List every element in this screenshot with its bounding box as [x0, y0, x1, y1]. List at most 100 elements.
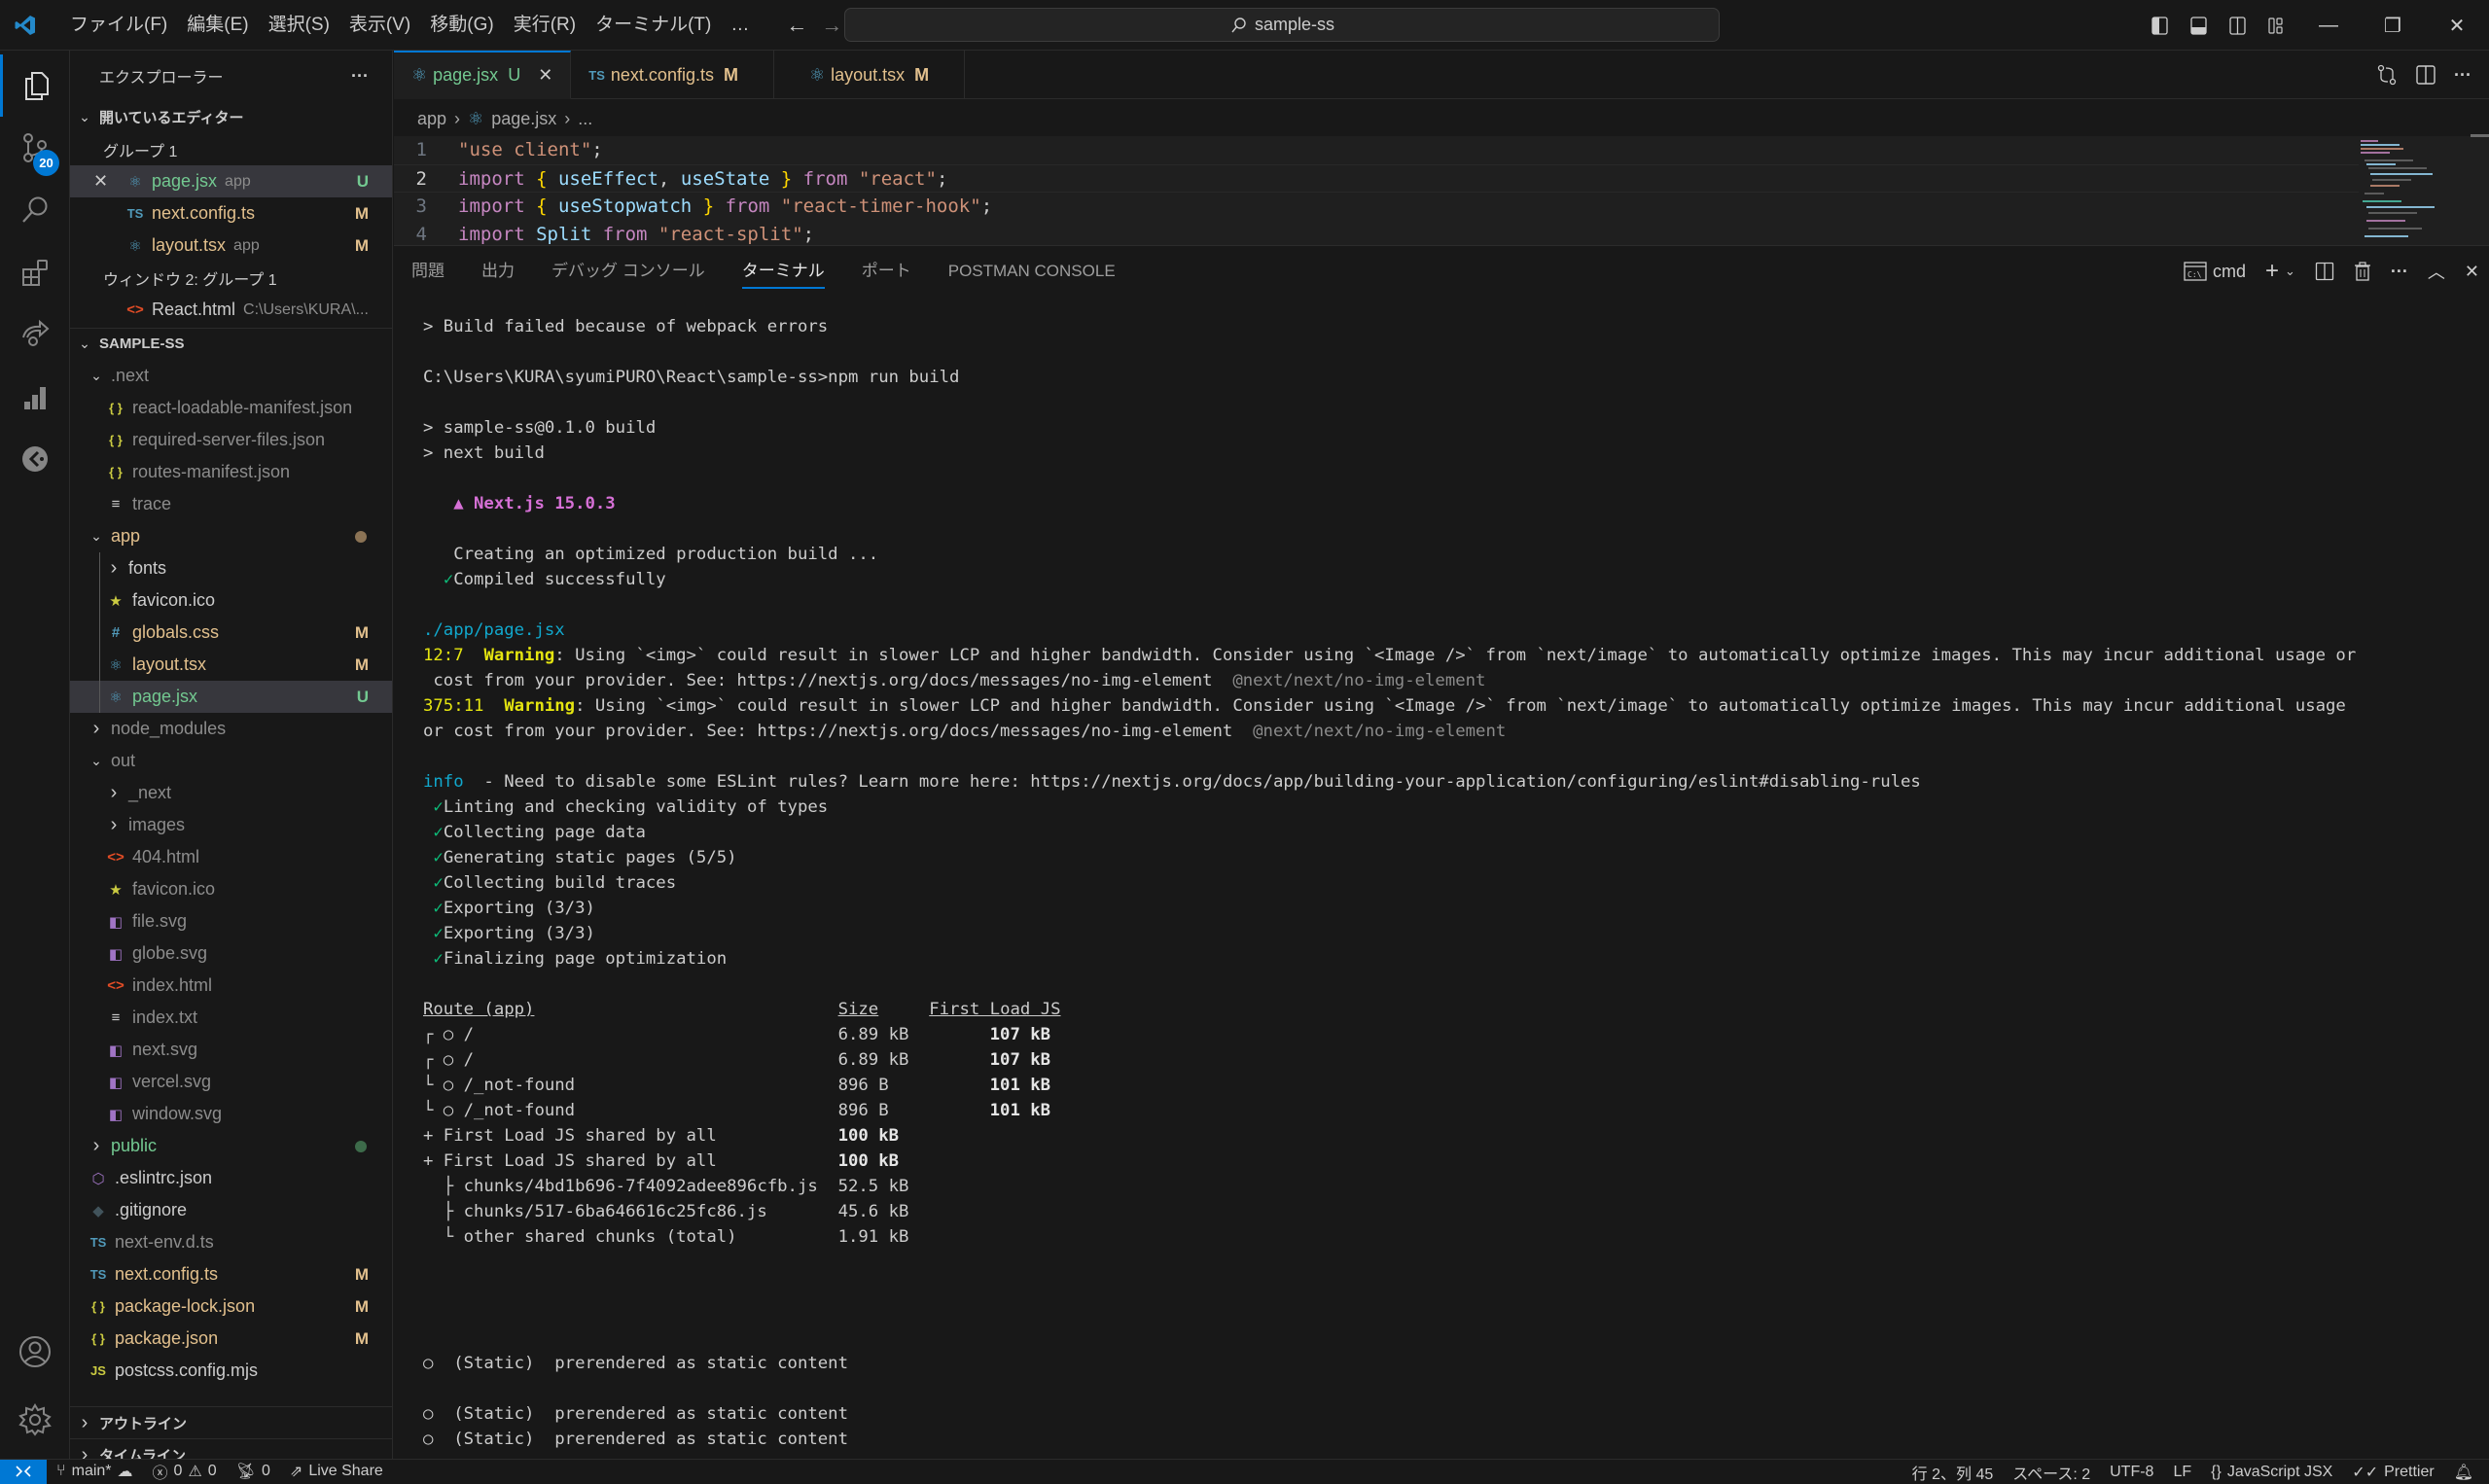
- tree-file[interactable]: ◧ globe.svg: [70, 937, 392, 970]
- gitlens-icon[interactable]: [0, 428, 70, 490]
- compare-changes-icon[interactable]: [2376, 64, 2398, 86]
- open-editor-item[interactable]: ⚛ layout.tsx app M: [70, 230, 392, 262]
- tab-next-config[interactable]: TS next.config.ts M: [571, 51, 774, 99]
- explorer-icon[interactable]: [0, 54, 70, 117]
- open-editor-item[interactable]: ✕ ⚛ page.jsx app U: [70, 165, 392, 197]
- menu-selection[interactable]: 選択(S): [259, 6, 339, 45]
- breadcrumb-folder[interactable]: app: [417, 109, 446, 129]
- restore-icon[interactable]: ❐: [2361, 0, 2425, 51]
- tree-file[interactable]: ◧ vercel.svg: [70, 1066, 392, 1098]
- charts-icon[interactable]: [0, 366, 70, 428]
- source-control-icon[interactable]: 20: [0, 117, 70, 179]
- back-arrow-icon[interactable]: ←: [786, 13, 807, 38]
- toggle-primary-sidebar-icon[interactable]: [2141, 6, 2180, 45]
- encoding[interactable]: UTF-8: [2100, 1464, 2163, 1481]
- tree-file[interactable]: ≡ index.txt: [70, 1002, 392, 1034]
- tab-postman-console[interactable]: POSTMAN CONSOLE: [948, 246, 1116, 297]
- menu-go[interactable]: 移動(G): [420, 6, 503, 45]
- tab-layout-tsx[interactable]: ⚛ layout.tsx M: [774, 51, 966, 99]
- breadcrumb-symbol[interactable]: ...: [578, 109, 592, 129]
- split-terminal-icon[interactable]: [2315, 262, 2334, 281]
- tree-file[interactable]: { } required-server-files.json: [70, 424, 392, 456]
- tree-file[interactable]: ★ favicon.ico: [70, 873, 392, 905]
- close-icon[interactable]: ✕: [2425, 0, 2489, 51]
- tree-file[interactable]: ≡ trace: [70, 488, 392, 520]
- tree-file[interactable]: ⚛ page.jsx U: [70, 681, 392, 713]
- tree-file[interactable]: ◆ .gitignore: [70, 1194, 392, 1226]
- indentation[interactable]: スペース: 2: [2003, 1461, 2100, 1484]
- tree-folder[interactable]: › images: [70, 809, 392, 841]
- tree-file[interactable]: ⬡ .eslintrc.json: [70, 1162, 392, 1194]
- command-center-search[interactable]: sample-ss: [844, 8, 1720, 42]
- close-tab-icon[interactable]: ✕: [538, 65, 552, 86]
- tree-file[interactable]: { } react-loadable-manifest.json: [70, 392, 392, 424]
- tree-file[interactable]: # globals.css M: [70, 617, 392, 649]
- sync-cloud-icon[interactable]: ☁: [118, 1462, 133, 1481]
- new-terminal-icon[interactable]: +: [2265, 258, 2279, 285]
- code-editor[interactable]: 1 "use client"; 2 import { useEffect, useSt…: [394, 136, 2489, 245]
- tree-file[interactable]: ★ favicon.ico: [70, 584, 392, 617]
- tree-file[interactable]: { } package.json M: [70, 1323, 392, 1355]
- tree-folder[interactable]: ⌄ out: [70, 745, 392, 777]
- close-editor-icon[interactable]: ✕: [93, 171, 115, 192]
- more-actions-icon[interactable]: ···: [2391, 262, 2408, 282]
- tab-problems[interactable]: 問題: [411, 246, 444, 297]
- tree-file[interactable]: JS postcss.config.mjs: [70, 1355, 392, 1387]
- forward-arrow-icon[interactable]: →: [821, 13, 842, 38]
- code-line[interactable]: 1 "use client";: [394, 136, 2359, 164]
- cursor-position[interactable]: 行 2、列 45: [1902, 1461, 2004, 1484]
- project-header[interactable]: ⌄ SAMPLE-SS: [70, 328, 392, 360]
- open-editor-item[interactable]: <> React.html C:\Users\KURA\...: [70, 294, 392, 326]
- menu-terminal[interactable]: ターミナル(T): [586, 6, 721, 45]
- outline-section-header[interactable]: › アウトライン: [70, 1406, 392, 1438]
- code-line[interactable]: 2 import { useEffect, useState } from "re…: [394, 164, 2359, 193]
- terminal-output[interactable]: > Build failed because of webpack errors…: [423, 314, 2475, 1452]
- tree-file[interactable]: TS next.config.ts M: [70, 1258, 392, 1290]
- tab-page-jsx[interactable]: ⚛ page.jsx U ✕: [394, 51, 572, 99]
- tree-file[interactable]: TS next-env.d.ts: [70, 1226, 392, 1258]
- more-actions-icon[interactable]: ···: [351, 66, 369, 87]
- split-editor-icon[interactable]: [2415, 64, 2436, 86]
- tab-ports[interactable]: ポート: [862, 246, 911, 297]
- toggle-panel-icon[interactable]: [2180, 6, 2219, 45]
- tree-file[interactable]: ◧ window.svg: [70, 1098, 392, 1130]
- customize-layout-icon[interactable]: [2258, 6, 2296, 45]
- search-icon[interactable]: [0, 179, 70, 241]
- tab-debug-console[interactable]: デバッグ コンソール: [551, 246, 705, 297]
- menu-more[interactable]: …: [721, 6, 759, 45]
- accounts-icon[interactable]: [0, 1321, 70, 1383]
- tree-folder[interactable]: › _next: [70, 777, 392, 809]
- breadcrumb-file[interactable]: page.jsx: [491, 109, 556, 129]
- tree-file[interactable]: <> index.html: [70, 970, 392, 1002]
- tab-terminal[interactable]: ターミナル: [741, 246, 825, 297]
- tree-file[interactable]: ⚛ layout.tsx M: [70, 649, 392, 681]
- ports-indicator[interactable]: 📡︎ 0: [227, 1462, 280, 1481]
- tree-folder[interactable]: ⌄ .next: [70, 360, 392, 392]
- minimap[interactable]: [2359, 134, 2466, 245]
- open-editors-header[interactable]: ⌄ 開いているエディター: [70, 101, 392, 133]
- editor-group-label[interactable]: グループ 1: [70, 133, 392, 165]
- menu-run[interactable]: 実行(R): [504, 6, 586, 45]
- git-branch[interactable]: ⑂ main* ☁: [47, 1462, 143, 1481]
- editor-scrollbar[interactable]: [2471, 134, 2489, 137]
- tree-file[interactable]: { } package-lock.json M: [70, 1290, 392, 1323]
- menu-view[interactable]: 表示(V): [339, 6, 420, 45]
- code-line[interactable]: 3 import { useStopwatch } from "react-tim…: [394, 193, 2359, 221]
- terminal-selector[interactable]: C:\ cmd: [2184, 261, 2246, 282]
- close-panel-icon[interactable]: ✕: [2465, 262, 2479, 282]
- tree-folder[interactable]: › node_modules: [70, 713, 392, 745]
- tree-file[interactable]: ◧ file.svg: [70, 905, 392, 937]
- end-of-line[interactable]: LF: [2163, 1464, 2201, 1481]
- tree-file[interactable]: ◧ next.svg: [70, 1034, 392, 1066]
- language-mode[interactable]: {} JavaScript JSX: [2201, 1464, 2342, 1481]
- menu-edit[interactable]: 編集(E): [177, 6, 258, 45]
- minimize-icon[interactable]: —: [2296, 0, 2361, 51]
- tree-folder[interactable]: › public: [70, 1130, 392, 1162]
- tab-output[interactable]: 出力: [481, 246, 515, 297]
- tree-folder[interactable]: ⌄ app: [70, 520, 392, 552]
- notifications-bell-icon[interactable]: 🔔︎: [2444, 1463, 2489, 1482]
- menu-file[interactable]: ファイル(F): [60, 6, 177, 45]
- live-share-status[interactable]: ⇗ Live Share: [280, 1462, 393, 1481]
- trash-icon[interactable]: [2354, 262, 2371, 281]
- prettier-status[interactable]: ✓✓ Prettier: [2342, 1463, 2443, 1482]
